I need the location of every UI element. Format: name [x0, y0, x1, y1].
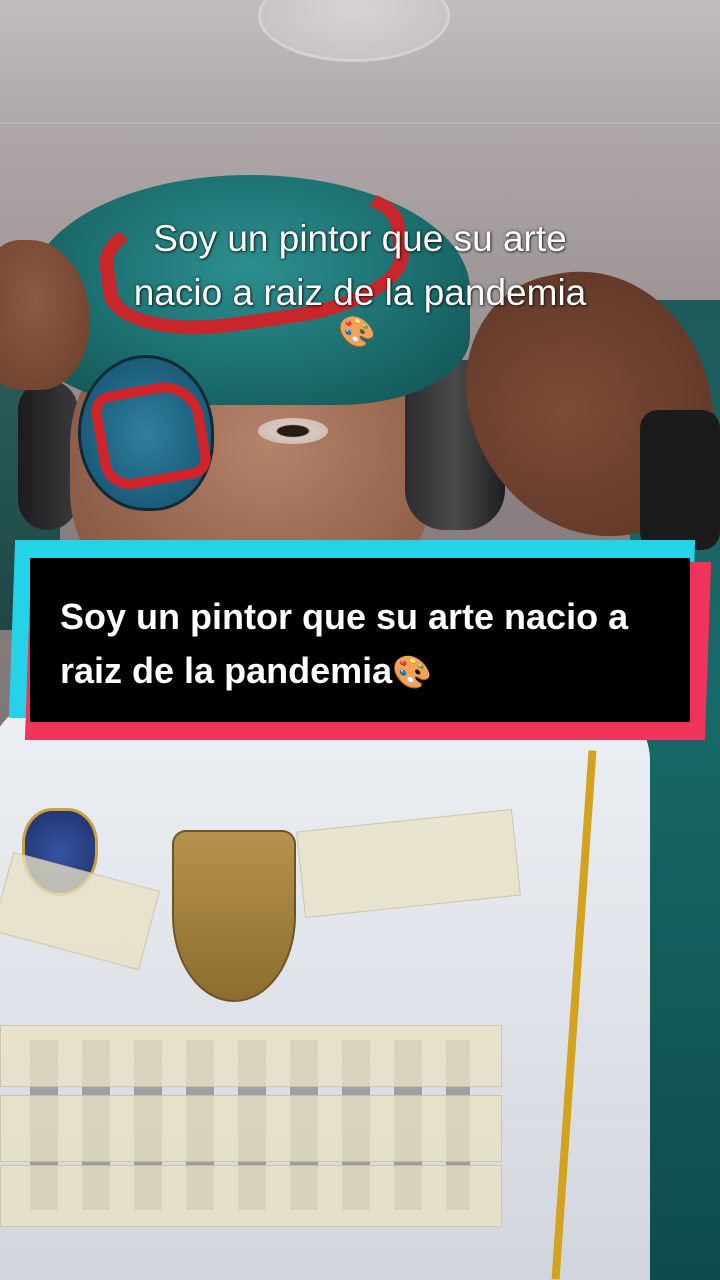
caption-text-body: Soy un pintor que su arte nacio a raiz d… — [60, 596, 629, 691]
overlay-caption-line: nacio a raiz de la pandemia — [133, 272, 587, 313]
palette-icon: 🎨 — [392, 654, 432, 690]
overlay-caption-line: Soy un pintor que su arte — [153, 218, 567, 259]
tape-strip — [0, 1025, 502, 1087]
caption-text: Soy un pintor que su arte nacio a raiz d… — [60, 590, 662, 699]
caption-card: Soy un pintor que su arte nacio a raiz d… — [8, 540, 712, 740]
person-eye — [258, 418, 328, 444]
headphone-left — [18, 380, 78, 530]
ceiling-edge — [0, 122, 720, 124]
smartwatch — [640, 410, 720, 550]
ceiling-light — [258, 0, 450, 62]
champions-badge — [172, 830, 296, 1002]
tape-strip — [0, 1165, 502, 1227]
video-frame: 🎨 Soy un pintor que su arte nacio a raiz… — [0, 0, 720, 1280]
palette-icon: 🎨 — [338, 316, 376, 349]
caption-box: Soy un pintor que su arte nacio a raiz d… — [30, 558, 690, 722]
tape-strip — [0, 1095, 502, 1162]
overlay-caption: Soy un pintor que su arte nacio a raiz d… — [0, 212, 720, 320]
